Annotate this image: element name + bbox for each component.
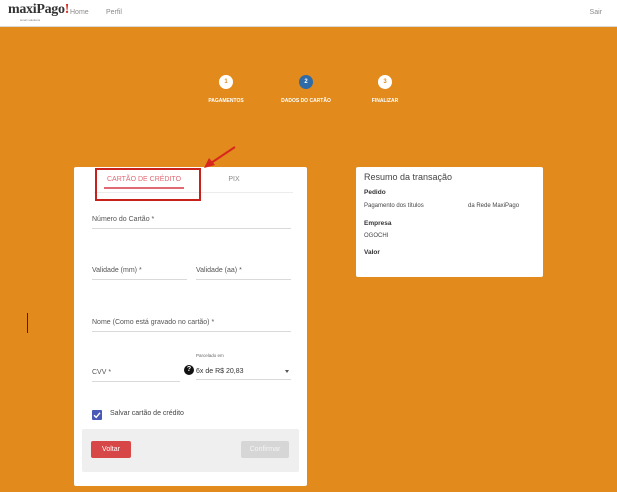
nav-perfil-link[interactable]: Perfil	[106, 9, 122, 16]
step-label: PAGAMENTOS	[208, 98, 244, 104]
step-label: FINALIZAR	[371, 98, 399, 104]
checkout-stepper: 1 PAGAMENTOS 2 DADOS DO CARTÃO 3 FINALIZ…	[0, 75, 617, 115]
installments-select[interactable]: 6x de R$ 20,83	[196, 362, 291, 380]
step-finalizar: 3 FINALIZAR	[345, 75, 425, 104]
card-number-input[interactable]: Número do Cartão *	[92, 209, 291, 229]
summary-title: Resumo da transação	[364, 172, 453, 182]
order-description: Pagamento dos títulos	[364, 203, 424, 209]
order-description-right: da Rede MaxiPago	[468, 203, 520, 209]
top-navbar: maxiPago! smart solutions Home Perfil Sa…	[0, 0, 617, 27]
form-actions: Voltar Confirmar	[82, 429, 299, 472]
step-dados-do-cartao: 2 DADOS DO CARTÃO	[266, 75, 346, 104]
value-heading: Valor	[364, 249, 380, 256]
step-pagamentos: 1 PAGAMENTOS	[186, 75, 266, 104]
nav-home-link[interactable]: Home	[70, 9, 89, 16]
transaction-summary: Resumo da transação Pedido Pagamento dos…	[356, 167, 543, 277]
help-icon[interactable]: ?	[184, 365, 194, 375]
step-label: DADOS DO CARTÃO	[281, 98, 331, 104]
logo-mark: !	[64, 2, 70, 17]
cardholder-name-input[interactable]: Nome (Como está gravado no cartão) *	[92, 312, 291, 332]
expiry-year-label: Validade (aa) *	[196, 267, 242, 274]
cvv-label: CVV *	[92, 369, 112, 376]
logout-link[interactable]: Sair	[590, 9, 602, 16]
annotation-arrow-icon	[204, 146, 236, 168]
confirm-button[interactable]: Confirmar	[241, 441, 289, 458]
cardholder-name-label: Nome (Como está gravado no cartão) *	[92, 319, 215, 326]
back-button[interactable]: Voltar	[91, 441, 131, 458]
maxipago-logo[interactable]: maxiPago! smart solutions	[8, 3, 69, 23]
save-card-checkbox[interactable]	[92, 410, 102, 420]
expiry-month-label: Validade (mm) *	[92, 267, 142, 274]
order-heading: Pedido	[364, 189, 386, 196]
cvv-input[interactable]: CVV *	[92, 362, 180, 382]
payment-form-card: CARTÃO DE CRÉDITO PIX Número do Cartão *…	[74, 167, 307, 486]
step-number: 1	[219, 75, 233, 89]
expiry-month-input[interactable]: Validade (mm) *	[92, 260, 187, 280]
company-value: OGOCHI	[364, 233, 389, 239]
expiry-year-input[interactable]: Validade (aa) *	[196, 260, 291, 280]
installments-label: Parcelado em	[196, 353, 224, 358]
step-number: 2	[299, 75, 313, 89]
logo-tagline: smart solutions	[20, 18, 41, 22]
save-card-label: Salvar cartão de crédito	[110, 410, 184, 417]
checkmark-icon	[93, 412, 101, 419]
logo-text: maxiPago	[8, 2, 65, 17]
installments-value: 6x de R$ 20,83	[196, 368, 244, 375]
text-cursor	[27, 313, 28, 333]
company-heading: Empresa	[364, 220, 392, 227]
card-number-label: Número do Cartão *	[92, 216, 155, 223]
step-number: 3	[378, 75, 392, 89]
annotation-highlight-box	[95, 168, 201, 201]
caret-down-icon	[285, 370, 289, 373]
